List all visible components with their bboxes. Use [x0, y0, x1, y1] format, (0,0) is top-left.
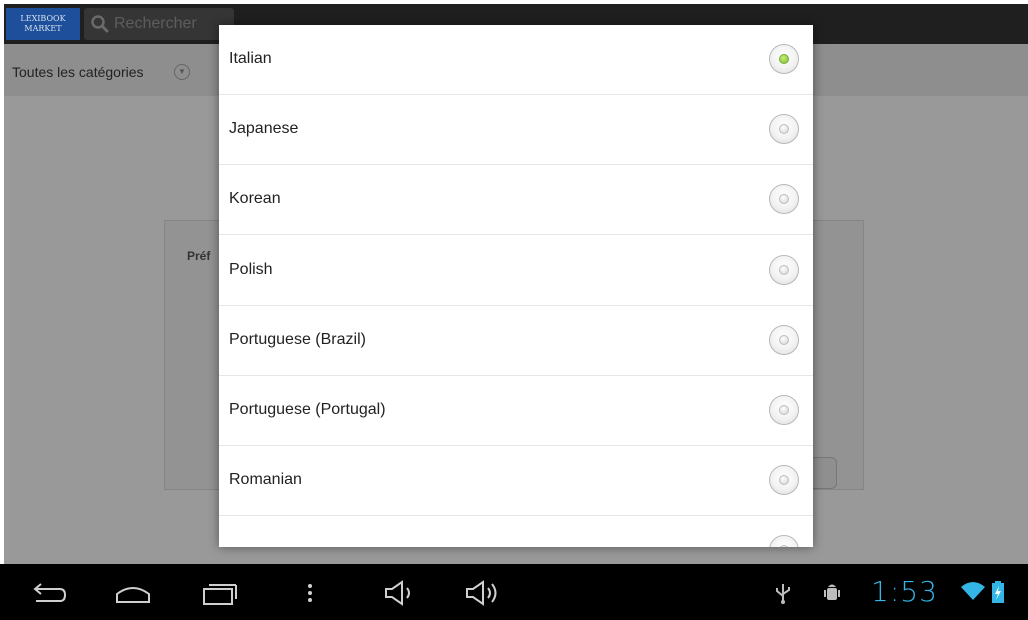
language-option-label: Japanese: [229, 120, 299, 137]
radio-button[interactable]: [769, 114, 799, 144]
search-placeholder: Rechercher: [114, 15, 197, 32]
radio-dot-icon: [779, 124, 789, 134]
radio-dot-icon: [779, 405, 789, 415]
language-dialog: Italian Japanese Korean Polish Portugues…: [219, 25, 813, 547]
radio-button[interactable]: [769, 535, 799, 547]
radio-dot-icon: [779, 194, 789, 204]
preferences-label: Préf: [187, 249, 211, 263]
language-option-japanese[interactable]: Japanese: [219, 95, 813, 165]
radio-dot-icon: [779, 475, 789, 485]
language-option-label: Polish: [229, 261, 273, 278]
language-option-polish[interactable]: Polish: [219, 236, 813, 306]
radio-button[interactable]: [769, 325, 799, 355]
debug-icon: [824, 584, 840, 600]
radio-button[interactable]: [769, 465, 799, 495]
logo-line-1: LEXIBOOK: [20, 14, 66, 23]
language-option-romanian[interactable]: Romanian: [219, 446, 813, 516]
home-icon[interactable]: [113, 578, 153, 608]
language-option-italian[interactable]: Italian: [219, 25, 813, 95]
category-spinner-label: Toutes les catégories: [12, 64, 144, 80]
back-icon[interactable]: [28, 578, 68, 608]
language-option-portuguese-portugal[interactable]: Portuguese (Portugal): [219, 376, 813, 446]
language-option-label: Portuguese (Portugal): [229, 401, 386, 418]
language-option-label: Portuguese (Brazil): [229, 331, 366, 348]
language-option-label: Romanian: [229, 471, 302, 488]
radio-button[interactable]: [769, 184, 799, 214]
language-option-partial[interactable]: [219, 517, 813, 547]
clock-time[interactable]: 1:53: [871, 575, 938, 608]
wifi-icon: [961, 582, 985, 600]
radio-dot-icon: [779, 54, 789, 64]
radio-button[interactable]: [769, 255, 799, 285]
menu-icon[interactable]: [290, 578, 330, 608]
chevron-down-icon: ▼: [174, 64, 190, 80]
radio-dot-icon: [779, 265, 789, 275]
radio-dot-icon: [779, 335, 789, 345]
search-field[interactable]: Rechercher: [84, 8, 234, 40]
category-spinner[interactable]: Toutes les catégories ▼: [4, 56, 199, 88]
language-option-label: Korean: [229, 190, 281, 207]
radio-button[interactable]: [769, 395, 799, 425]
usb-icon: [776, 584, 790, 604]
system-navigation-bar: 1:53: [0, 564, 1028, 620]
language-option-portuguese-brazil[interactable]: Portuguese (Brazil): [219, 306, 813, 376]
radio-button-selected[interactable]: [769, 44, 799, 74]
recent-apps-icon[interactable]: [200, 578, 240, 608]
language-option-label: Italian: [229, 50, 272, 67]
logo-line-2: MARKET: [24, 24, 62, 33]
lexibook-market-logo: LEXIBOOK MARKET: [6, 8, 80, 40]
battery-charging-icon: [992, 581, 1004, 603]
volume-up-icon[interactable]: [463, 578, 503, 608]
search-icon: [91, 15, 109, 33]
volume-down-icon[interactable]: [380, 578, 420, 608]
language-option-korean[interactable]: Korean: [219, 165, 813, 235]
radio-dot-icon: [779, 545, 789, 547]
